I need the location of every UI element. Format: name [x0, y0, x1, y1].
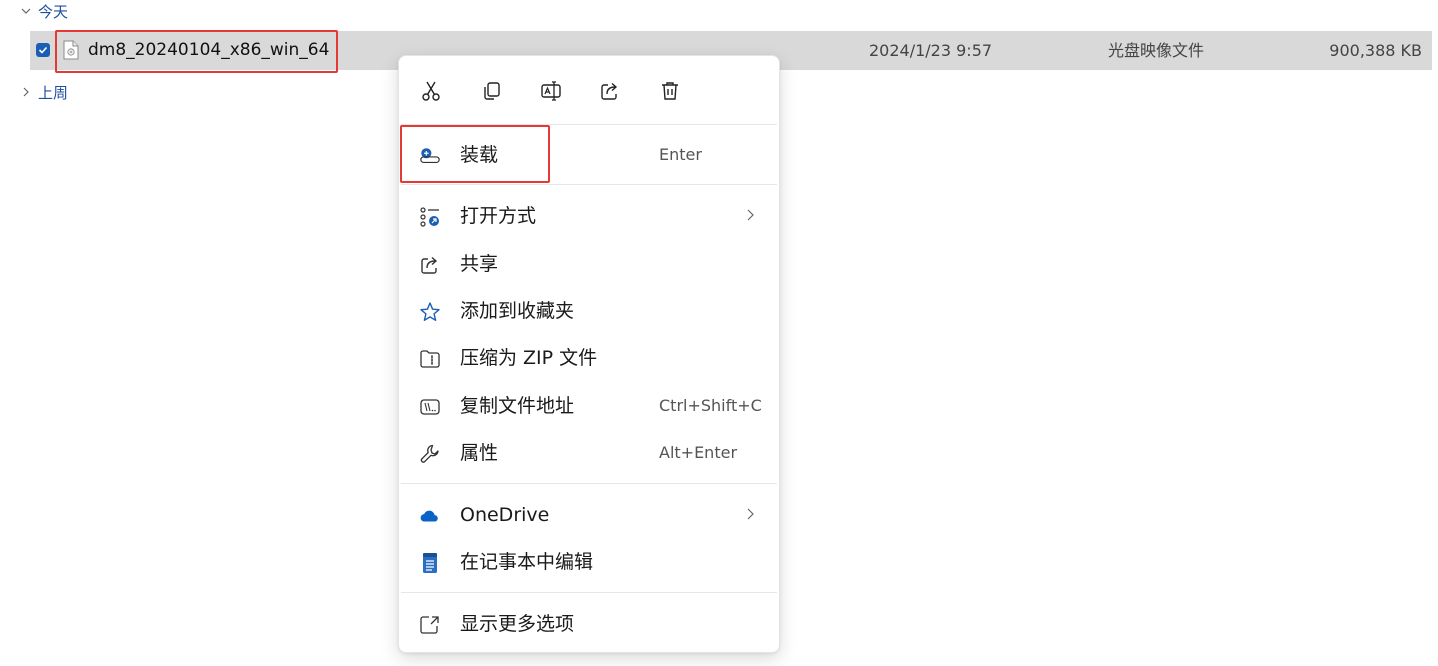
menu-label-add-to-favorites: 添加到收藏夹 — [460, 300, 575, 322]
chevron-right-icon — [745, 493, 755, 537]
share-icon — [419, 254, 441, 276]
group-header-today[interactable]: 今天 — [18, 0, 68, 22]
menu-item-onedrive[interactable]: OneDrive — [403, 493, 775, 537]
menu-item-share[interactable]: 共享 — [403, 242, 775, 286]
separator — [401, 483, 777, 484]
chevron-down-icon — [18, 6, 34, 16]
menu-item-add-to-favorites[interactable]: 添加到收藏夹 — [403, 289, 775, 333]
context-menu: 装载 Enter 打开方式 共享 添加到收藏夹 压缩为 ZIP 文件 复制文件地… — [398, 55, 780, 653]
file-date: 2024/1/23 9:57 — [869, 41, 993, 60]
delete-button[interactable] — [655, 76, 685, 106]
menu-label-compress-zip: 压缩为 ZIP 文件 — [460, 347, 598, 369]
menu-label-show-more-options: 显示更多选项 — [460, 613, 575, 635]
notepad-icon — [419, 552, 441, 574]
chevron-right-icon — [18, 87, 34, 97]
share-quick-button[interactable] — [595, 76, 625, 106]
quick-actions-bar — [399, 56, 779, 124]
copy-icon — [484, 82, 500, 100]
group-header-last-week[interactable]: 上周 — [18, 81, 68, 103]
menu-label-edit-in-notepad: 在记事本中编辑 — [460, 551, 594, 573]
copy-path-icon — [419, 396, 441, 418]
copy-button[interactable] — [477, 76, 507, 106]
highlight-box-mount — [400, 125, 550, 183]
chevron-right-icon — [745, 194, 755, 238]
menu-label-open-with: 打开方式 — [460, 205, 537, 227]
zip-icon — [419, 348, 441, 370]
menu-shortcut-mount: Enter — [659, 145, 702, 164]
cut-button[interactable] — [416, 76, 446, 106]
separator — [401, 184, 777, 185]
checkmark-icon — [38, 46, 48, 54]
onedrive-icon — [419, 505, 441, 527]
group-label-today: 今天 — [38, 2, 69, 21]
file-size: 900,388 KB — [1329, 41, 1422, 60]
menu-label-copy-path: 复制文件地址 — [460, 395, 575, 417]
open-with-icon — [419, 206, 441, 228]
group-label-last-week: 上周 — [38, 83, 69, 102]
more-options-icon — [419, 614, 441, 636]
menu-item-edit-in-notepad[interactable]: 在记事本中编辑 — [403, 540, 775, 584]
row-checkbox[interactable] — [36, 43, 50, 57]
menu-label-properties: 属性 — [460, 442, 499, 464]
delete-icon — [662, 82, 678, 100]
menu-item-open-with[interactable]: 打开方式 — [403, 194, 775, 238]
wrench-icon — [419, 443, 441, 465]
highlight-box-file — [55, 30, 338, 73]
menu-label-share: 共享 — [460, 253, 499, 275]
menu-item-properties[interactable]: 属性 Alt+Enter — [403, 431, 775, 475]
menu-item-show-more-options[interactable]: 显示更多选项 — [403, 602, 775, 646]
rename-icon — [541, 81, 561, 101]
menu-shortcut-copy-path: Ctrl+Shift+C — [659, 396, 762, 415]
menu-item-copy-path[interactable]: 复制文件地址 Ctrl+Shift+C — [403, 384, 775, 428]
share-icon — [601, 82, 618, 100]
cut-icon — [422, 81, 440, 101]
file-type: 光盘映像文件 — [1108, 41, 1205, 60]
menu-shortcut-properties: Alt+Enter — [659, 443, 738, 462]
menu-item-compress-zip[interactable]: 压缩为 ZIP 文件 — [403, 336, 775, 380]
star-icon — [419, 301, 441, 323]
menu-label-onedrive: OneDrive — [460, 504, 550, 526]
rename-button[interactable] — [536, 76, 566, 106]
separator — [401, 592, 777, 593]
